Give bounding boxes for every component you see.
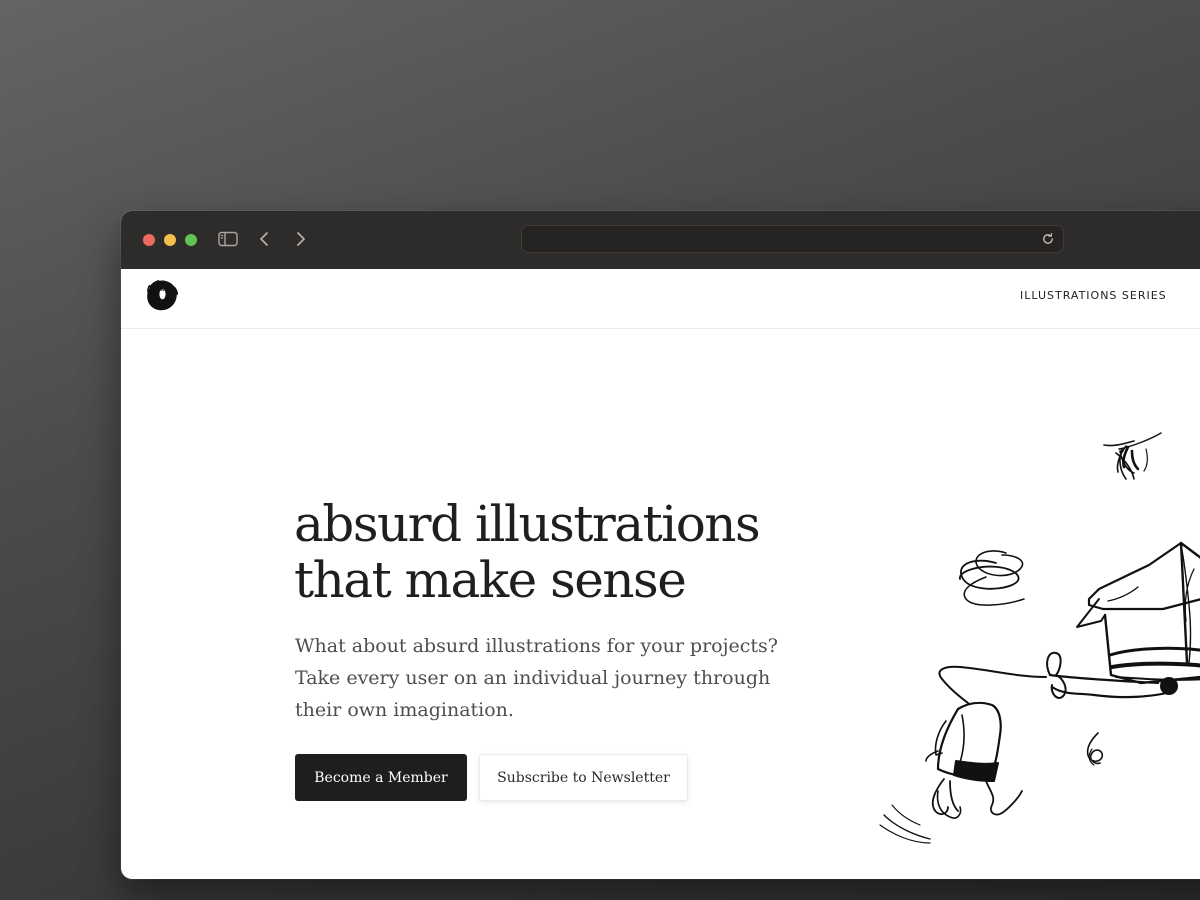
hero-description: What about absurd illustrations for your… — [295, 635, 778, 721]
chevron-left-icon[interactable] — [255, 228, 273, 250]
site-header: ILLUSTRATIONS SERIES — [121, 269, 1200, 329]
browser-toolbar — [121, 211, 1200, 270]
nav-illustrations-series[interactable]: ILLUSTRATIONS SERIES — [1020, 289, 1167, 302]
hero-title: absurd illustrations that make sense — [294, 496, 854, 608]
sidebar-icon[interactable] — [217, 228, 239, 250]
browser-window: ILLUSTRATIONS SERIES absurd illustration… — [121, 211, 1200, 879]
chevron-right-icon[interactable] — [292, 228, 310, 250]
reload-icon[interactable] — [1041, 232, 1055, 246]
blob-logo-icon[interactable] — [144, 278, 180, 314]
subscribe-newsletter-button[interactable]: Subscribe to Newsletter — [479, 754, 688, 801]
become-member-button[interactable]: Become a Member — [295, 754, 467, 801]
address-bar[interactable] — [521, 225, 1064, 253]
close-window-button[interactable] — [143, 234, 155, 246]
absurd-sketch-illustration — [879, 432, 1200, 844]
hero-title-line2: that make sense — [294, 551, 687, 609]
zoom-window-button[interactable] — [185, 234, 197, 246]
hero-title-line1: absurd illustrations — [294, 495, 761, 553]
minimize-window-button[interactable] — [164, 234, 176, 246]
